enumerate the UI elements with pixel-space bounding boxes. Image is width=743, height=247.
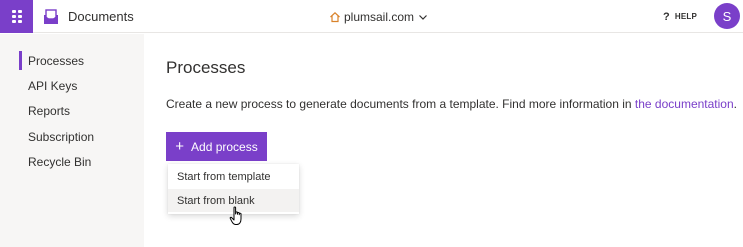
avatar[interactable]: S (714, 3, 740, 29)
add-process-label: Add process (191, 139, 258, 154)
app-title: Documents (68, 9, 134, 24)
sidebar-item-api-keys[interactable]: API Keys (28, 77, 77, 95)
sidebar: Processes API Keys Reports Subscription … (0, 34, 144, 247)
plus-icon: + (175, 138, 185, 155)
documentation-link[interactable]: the documentation (635, 97, 734, 111)
sidebar-item-recycle-bin[interactable]: Recycle Bin (28, 153, 91, 171)
brand[interactable]: Documents (43, 0, 134, 33)
add-process-button[interactable]: + Add process (166, 132, 267, 161)
description-end: . (733, 97, 737, 111)
description-text: Create a new process to generate documen… (166, 97, 635, 111)
tenant-selector[interactable]: plumsail.com (329, 0, 428, 33)
top-bar: Documents plumsail.com ? HELP S (0, 0, 743, 33)
sidebar-item-subscription[interactable]: Subscription (28, 128, 94, 146)
active-indicator (19, 51, 22, 70)
sidebar-item-processes[interactable]: Processes (28, 52, 84, 70)
hand-pointer-cursor-icon (229, 206, 242, 225)
help-icon: ? (663, 10, 670, 23)
menu-item-start-from-template[interactable]: Start from template (168, 165, 299, 188)
page-description: Create a new process to generate documen… (166, 97, 737, 111)
chevron-down-icon (419, 14, 427, 20)
page-title: Processes (166, 58, 246, 77)
help-label: HELP (674, 12, 698, 21)
app-launcher-icon (11, 10, 22, 23)
documents-icon (44, 8, 58, 24)
sidebar-item-reports[interactable]: Reports (28, 102, 70, 120)
app-launcher-button[interactable] (0, 0, 33, 33)
home-icon (330, 11, 340, 22)
help-link[interactable]: ? HELP (663, 0, 697, 33)
tenant-name: plumsail.com (344, 9, 415, 24)
